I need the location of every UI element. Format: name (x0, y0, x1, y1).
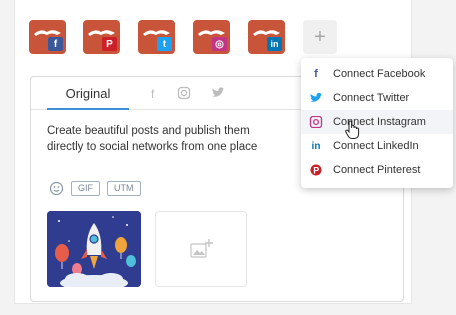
svg-text:P: P (313, 166, 319, 176)
connect-menu: f Connect Facebook Connect Twitter Conne… (301, 58, 453, 188)
facebook-icon: f (314, 68, 318, 80)
hand-cursor-icon (345, 120, 360, 139)
twitter-icon: t (157, 37, 172, 51)
linkedin-icon: in (267, 37, 282, 51)
emoji-icon[interactable] (49, 181, 64, 196)
menu-item-label: Connect Pinterest (333, 164, 421, 176)
pinterest-icon: P (310, 164, 322, 176)
instagram-icon[interactable] (177, 86, 191, 100)
connect-instagram-item[interactable]: Connect Instagram (301, 110, 453, 134)
tab-original[interactable]: Original (47, 77, 129, 110)
connect-twitter-item[interactable]: Connect Twitter (301, 86, 453, 110)
connect-facebook-item[interactable]: f Connect Facebook (301, 62, 453, 86)
instagram-account-button[interactable]: ◎ (193, 20, 230, 54)
facebook-account-button[interactable]: f (29, 20, 66, 54)
instagram-icon (309, 116, 323, 128)
add-media-button[interactable] (155, 211, 247, 287)
twitter-icon (310, 92, 323, 102)
twitter-account-button[interactable]: t (138, 20, 175, 54)
pinterest-account-button[interactable]: P (83, 20, 120, 54)
add-image-icon (190, 239, 213, 258)
plus-icon: + (314, 25, 326, 48)
facebook-icon: f (48, 37, 63, 51)
linkedin-icon: in (311, 140, 321, 152)
menu-item-label: Connect Facebook (333, 68, 426, 80)
connect-pinterest-item[interactable]: P Connect Pinterest (301, 158, 453, 182)
gif-button[interactable]: GIF (71, 180, 100, 196)
rocket-illustration-icon (47, 211, 141, 287)
menu-item-label: Connect Twitter (333, 92, 410, 104)
instagram-icon: ◎ (212, 37, 227, 51)
add-account-button[interactable]: + (303, 20, 337, 54)
pinterest-icon: P (102, 37, 117, 51)
svg-text:f: f (151, 87, 155, 100)
utm-button[interactable]: UTM (107, 180, 141, 196)
linkedin-account-button[interactable]: in (248, 20, 285, 54)
connect-linkedin-item[interactable]: in Connect LinkedIn (301, 134, 453, 158)
twitter-icon[interactable] (211, 86, 225, 100)
screen: f P t ◎ in + Original f Create beautiful… (0, 0, 456, 315)
editor-toolbar: GIF UTM (49, 180, 141, 196)
menu-item-label: Connect LinkedIn (333, 140, 419, 152)
facebook-icon[interactable]: f (147, 86, 161, 100)
media-thumbnail[interactable] (47, 211, 141, 287)
